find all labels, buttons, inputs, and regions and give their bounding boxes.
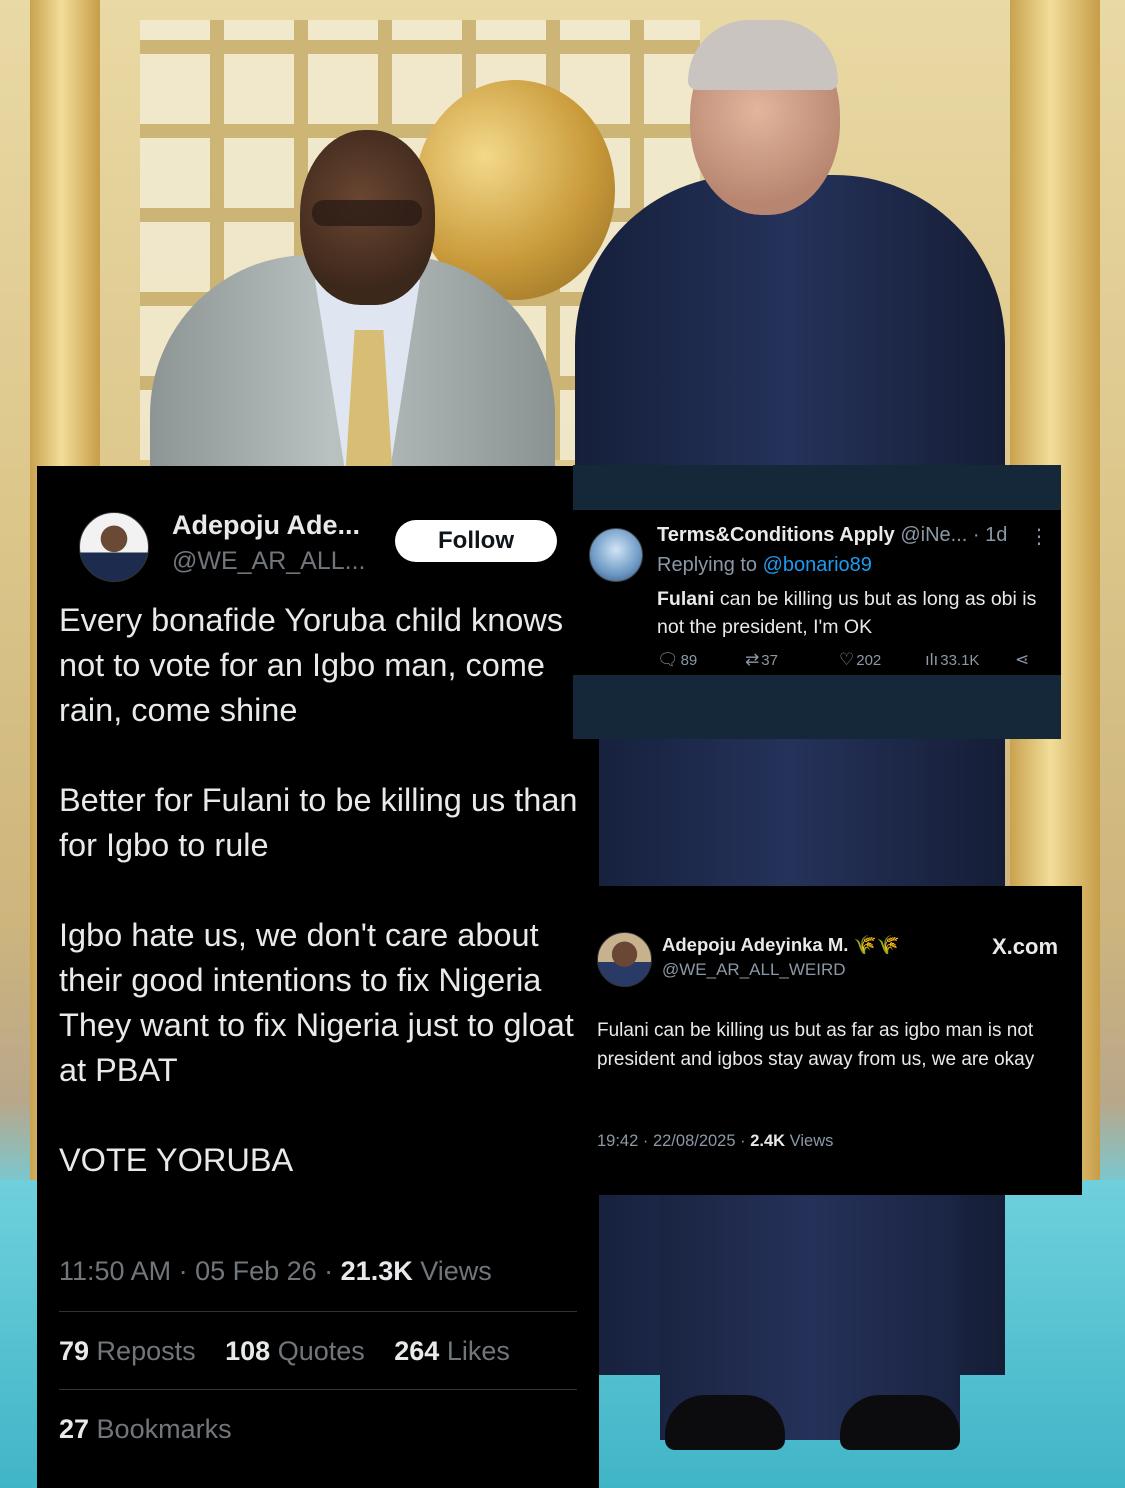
tweet-paragraph: Every bonafide Yoruba child knows not to… (59, 602, 564, 728)
follow-button[interactable]: Follow (395, 520, 557, 562)
repost-icon: ⇄ (745, 650, 760, 669)
reply-tweet-card: Terms&Conditions Apply @iNe... · 1d ⋮ Re… (573, 465, 1061, 739)
heart-icon: ♡ (839, 650, 855, 669)
reply-action[interactable]: 🗨 89 (657, 650, 697, 670)
display-name[interactable]: Adepoju Ade... (172, 510, 360, 541)
avatar[interactable] (597, 932, 652, 987)
reposts-stat[interactable]: 79 Reposts (59, 1336, 196, 1366)
reply-tweet: Terms&Conditions Apply @iNe... · 1d ⋮ Re… (573, 510, 1061, 675)
like-action[interactable]: ♡ 202 (839, 650, 881, 670)
time-text: 11:50 AM · 05 Feb 26 · (59, 1256, 341, 1286)
shoe (665, 1395, 785, 1450)
tweet-header: Adepoju Ade... @WE_AR_ALL... Follow ⋮ (59, 466, 603, 582)
tweet-paragraph: VOTE YORUBA (59, 1142, 294, 1178)
reply-icon: 🗨 (657, 650, 679, 669)
dim-band (573, 675, 1061, 739)
tweet-timestamp: 19:42 · 22/08/2025 · 2.4K Views (597, 1132, 834, 1150)
main-tweet-card: Adepoju Ade... @WE_AR_ALL... Follow ⋮ Ev… (37, 466, 603, 1488)
more-options-icon[interactable]: ⋮ (1029, 524, 1049, 549)
tweet-timestamp: 11:50 AM · 05 Feb 26 · 21.3K Views (59, 1256, 492, 1287)
likes-stat[interactable]: 264 Likes (394, 1336, 510, 1366)
sunglasses (312, 200, 422, 226)
avatar[interactable] (589, 528, 643, 582)
replying-to: Replying to @bonario89 (657, 554, 872, 576)
tweet-body: Fulani can be killing us but as far as i… (597, 1020, 1035, 1070)
x-logo: X.com (992, 934, 1059, 959)
tweet-body: Fulani can be killing us but as long as … (657, 588, 1037, 638)
hair (688, 20, 838, 90)
avatar[interactable] (79, 512, 149, 582)
quotes-stat[interactable]: 108 Quotes (225, 1336, 365, 1366)
dim-band (573, 465, 1061, 510)
bookmarks-stat[interactable]: 27 Bookmarks (59, 1414, 232, 1445)
tweet-paragraph: Better for Fulani to be killing us than … (59, 782, 578, 863)
user-handle[interactable]: @WE_AR_ALL... (172, 547, 366, 576)
engagement-stats: 79 Reposts 108 Quotes 264 Likes (59, 1336, 532, 1367)
divider (59, 1389, 577, 1390)
wheat-emoji-icon: 🌾🌾 (853, 934, 900, 955)
shoe (840, 1395, 960, 1450)
share-action[interactable]: ⋖ (1015, 650, 1031, 670)
tweet-paragraph: Igbo hate us, we don't care about their … (59, 917, 574, 1088)
views-icon: ılı (925, 650, 939, 669)
tweet-body: Every bonafide Yoruba child knows not to… (59, 598, 579, 1228)
display-name[interactable]: Adepoju Adeyinka M. 🌾🌾 (662, 934, 900, 956)
quoted-tweet-card: Adepoju Adeyinka M. 🌾🌾 @WE_AR_ALL_WEIRD … (588, 886, 1082, 1195)
share-icon: ⋖ (1015, 650, 1030, 669)
views-action[interactable]: ılı 33.1K (925, 650, 979, 670)
user-handle[interactable]: @WE_AR_ALL_WEIRD (662, 960, 846, 980)
display-name[interactable]: Terms&Conditions Apply @iNe... · 1d (657, 524, 1007, 547)
views-label: Views (412, 1256, 492, 1286)
divider (59, 1311, 577, 1312)
mention-link[interactable]: @bonario89 (763, 554, 872, 576)
repost-action[interactable]: ⇄ 37 (745, 650, 778, 670)
views-count: 21.3K (340, 1256, 413, 1286)
